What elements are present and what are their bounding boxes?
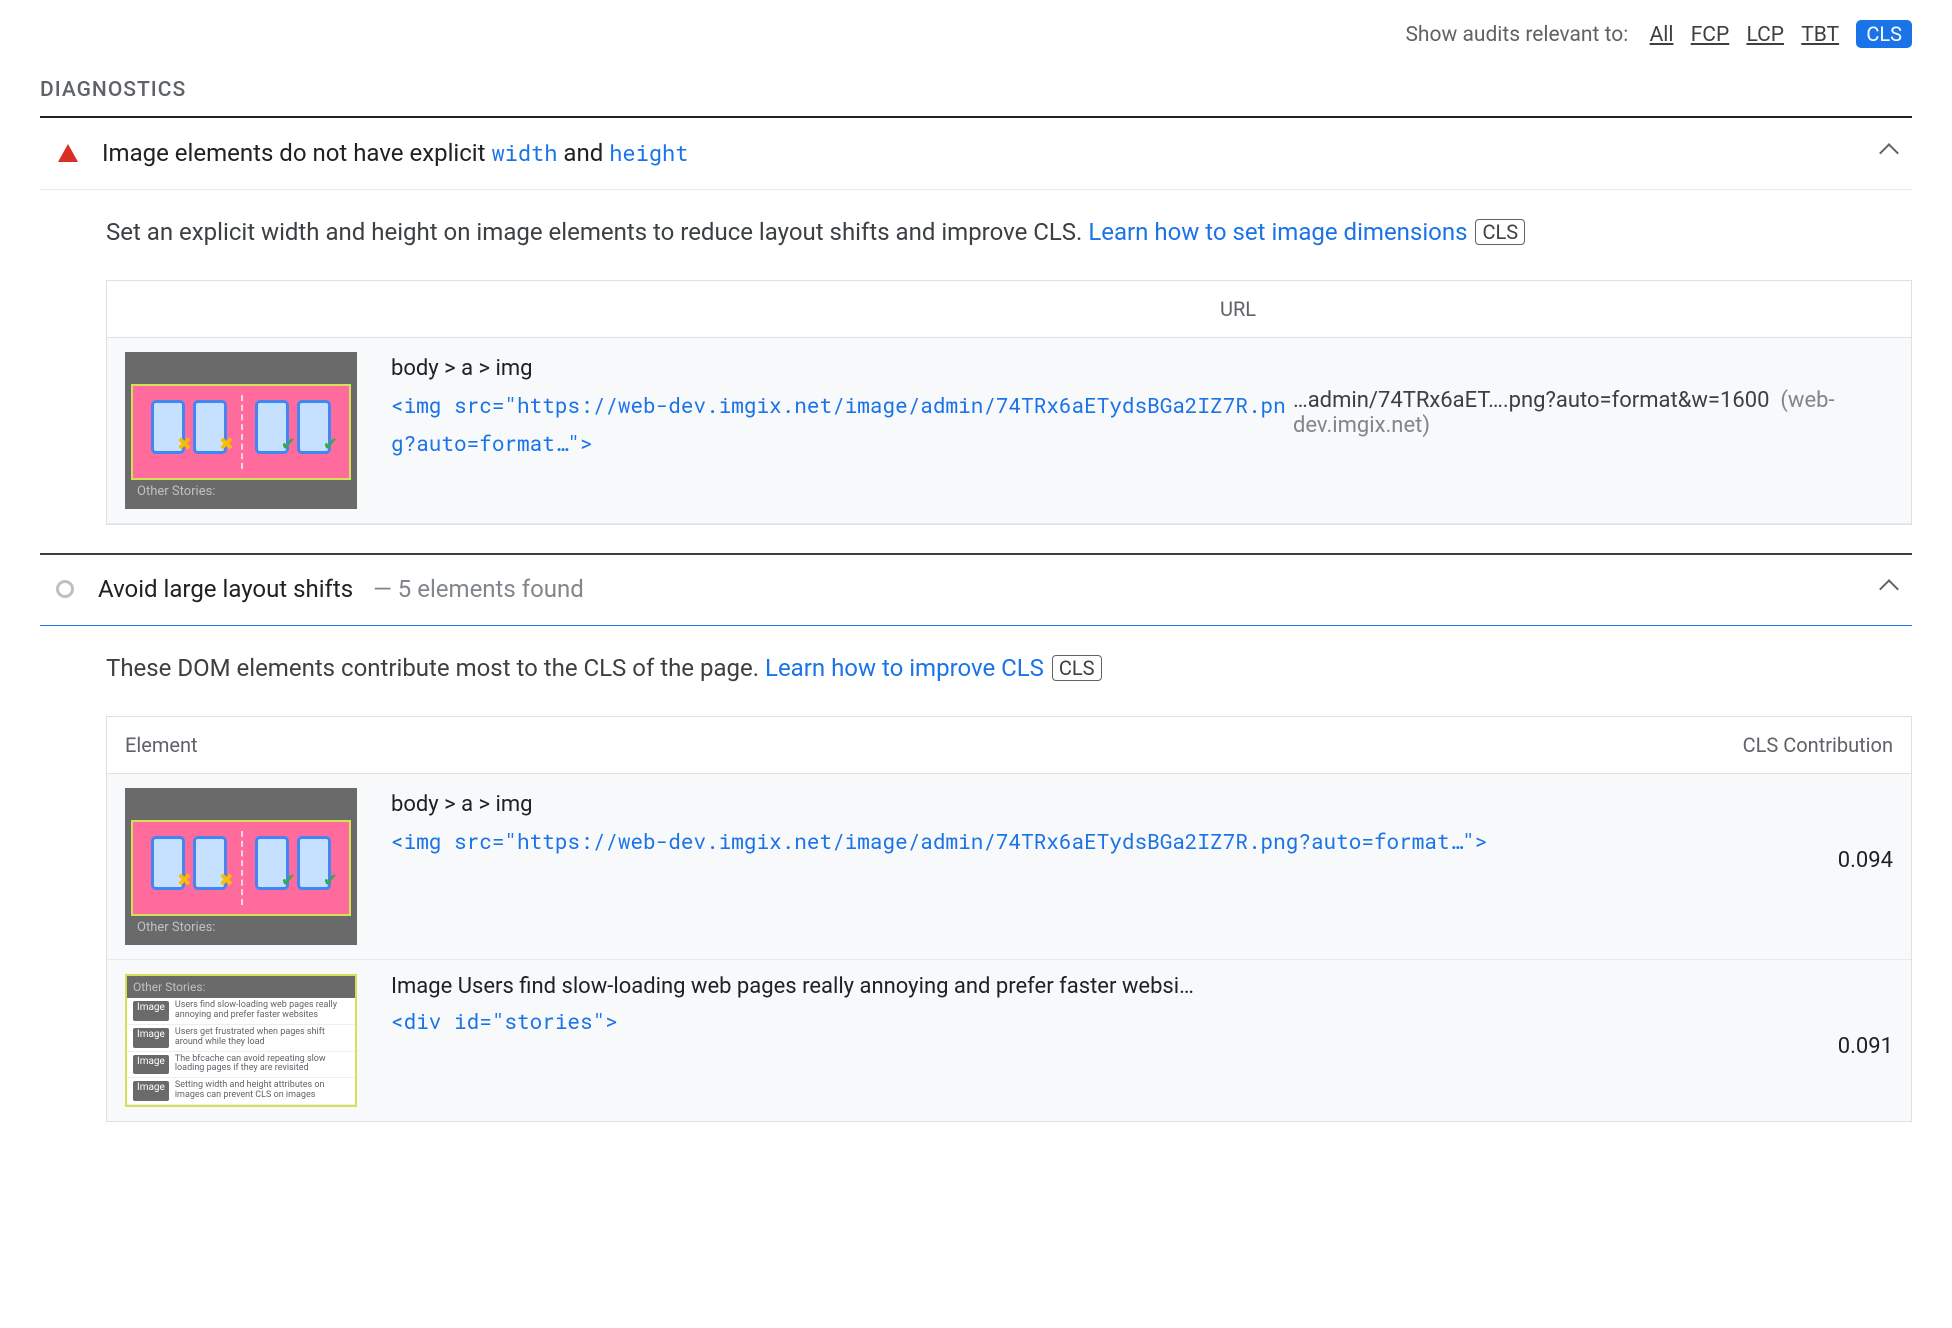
element-thumbnail: Other Stories: <box>125 788 357 945</box>
cls-chip: CLS <box>1052 655 1102 681</box>
element-thumbnail: Other Stories: ImageUsers find slow-load… <box>125 974 357 1107</box>
audit-title: Image elements do not have explicit widt… <box>102 138 1882 167</box>
audit2-description: These DOM elements contribute most to th… <box>40 626 1912 700</box>
table-row: Other Stories: ImageUsers find slow-load… <box>107 960 1911 1121</box>
element-url: …admin/74TRx6aET….png?auto=format&w=1600… <box>1293 352 1893 438</box>
filter-all[interactable]: All <box>1650 23 1674 47</box>
filter-label: Show audits relevant to: <box>1405 23 1628 47</box>
element-html: <div id="stories"> <box>391 1003 1753 1041</box>
filter-fcp[interactable]: FCP <box>1691 23 1730 47</box>
chevron-up-icon <box>1879 143 1899 163</box>
table-row: Other Stories: body > a > img <img src="… <box>107 338 1911 524</box>
element-html: <img src="https://web-dev.imgix.net/imag… <box>391 387 1293 463</box>
filter-lcp[interactable]: LCP <box>1746 23 1784 47</box>
cls-score: 0.094 <box>1753 788 1893 873</box>
cls-score: 0.091 <box>1753 974 1893 1059</box>
neutral-circle-icon <box>56 580 74 598</box>
element-label: Image Users find slow-loading web pages … <box>391 974 1753 999</box>
diagnostics-heading: DIAGNOSTICS <box>40 66 1912 116</box>
col-url: URL <box>1220 297 1893 321</box>
code-height: height <box>609 138 688 167</box>
element-selector: body > a > img <box>391 356 1293 381</box>
table-header: Element CLS Contribution <box>107 717 1911 774</box>
col-cls-contribution: CLS Contribution <box>1220 733 1893 757</box>
cls-chip: CLS <box>1475 219 1525 245</box>
element-selector: body > a > img <box>391 792 1753 817</box>
col-element: Element <box>125 733 1220 757</box>
audit1-description: Set an explicit width and height on imag… <box>40 190 1912 264</box>
audit-filter-row: Show audits relevant to: All FCP LCP TBT… <box>40 14 1912 66</box>
table-header: URL <box>107 281 1911 338</box>
audit2-count: 5 elements found <box>373 575 584 603</box>
learn-image-dimensions-link[interactable]: Learn how to set image dimensions <box>1088 218 1467 246</box>
learn-improve-cls-link[interactable]: Learn how to improve CLS <box>765 654 1044 682</box>
filter-cls-active[interactable]: CLS <box>1856 20 1912 48</box>
audit2-table: Element CLS Contribution Other Stories: … <box>106 716 1912 1122</box>
audit-layout-shifts-header[interactable]: Avoid large layout shifts 5 elements fou… <box>40 555 1912 626</box>
audit-image-dimensions-header[interactable]: Image elements do not have explicit widt… <box>40 118 1912 190</box>
audit2-title: Avoid large layout shifts 5 elements fou… <box>98 575 1882 603</box>
code-width: width <box>491 138 557 167</box>
audit1-table: URL Other Stories: body > a > img <img s… <box>106 280 1912 525</box>
chevron-up-icon <box>1879 579 1899 599</box>
element-html: <img src="https://web-dev.imgix.net/imag… <box>391 823 1753 861</box>
filter-tbt[interactable]: TBT <box>1801 23 1839 47</box>
table-row: Other Stories: body > a > img <img src="… <box>107 774 1911 960</box>
element-thumbnail: Other Stories: <box>125 352 357 509</box>
fail-triangle-icon <box>58 144 78 162</box>
